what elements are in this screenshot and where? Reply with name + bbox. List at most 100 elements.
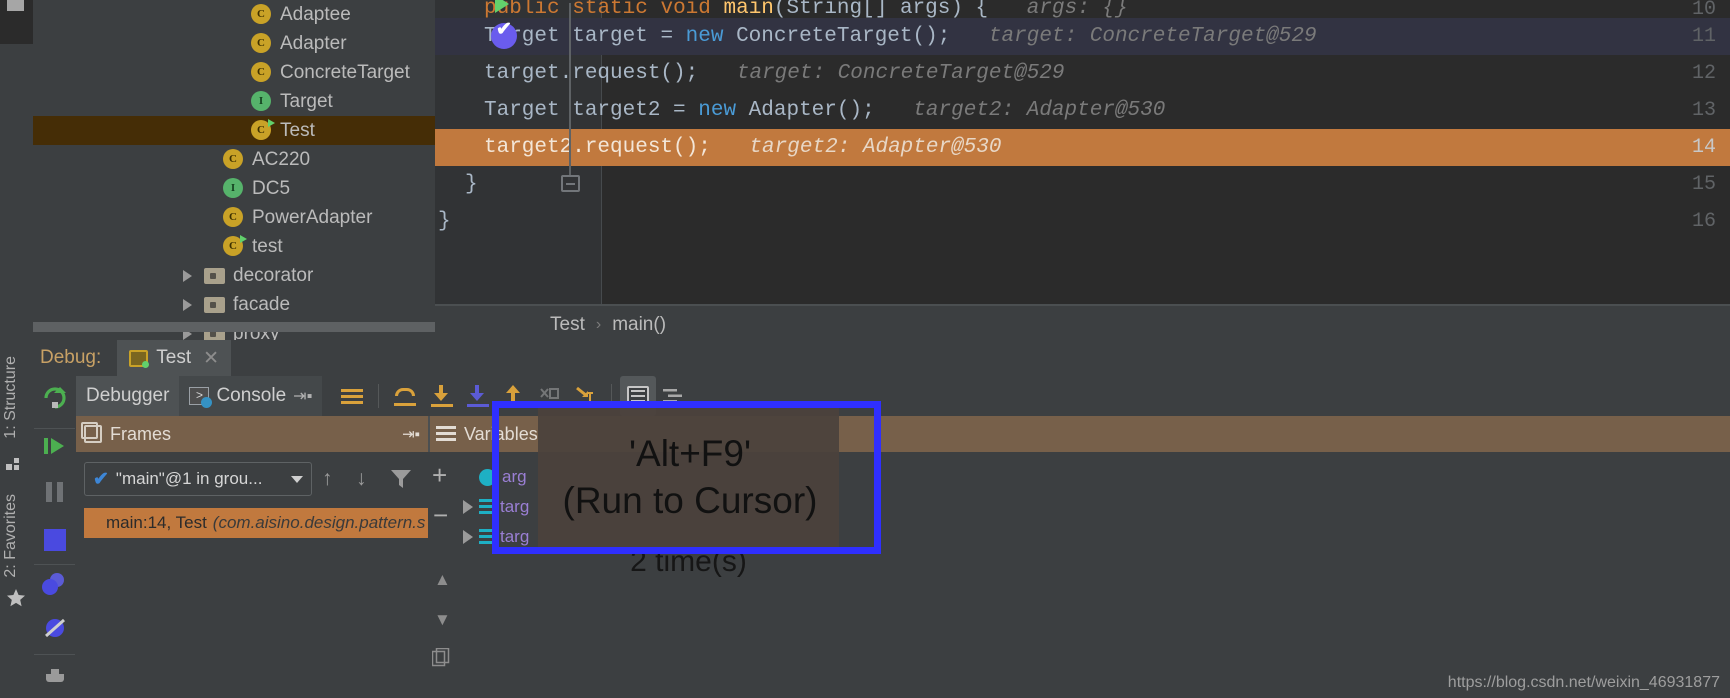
tree-item-test[interactable]: C Test (33, 116, 435, 145)
annotation-highlight-box (492, 401, 881, 554)
chevron-right-icon[interactable] (463, 530, 473, 544)
stack-frame-location: main:14, Test (106, 513, 207, 532)
variables-icon (436, 426, 456, 442)
class-icon: C (251, 32, 273, 55)
rerun-icon[interactable] (41, 384, 67, 415)
project-tree-panel[interactable]: C Adaptee C Adapter C ConcreteTarget I Target C T… (33, 0, 435, 340)
code-line-16[interactable]: } (435, 203, 1730, 240)
debug-session-tab[interactable]: Test ✕ (117, 340, 232, 376)
frames-up-icon[interactable]: ↑ (322, 467, 333, 491)
debug-session-name: Test (156, 347, 192, 368)
tree-item-label: PowerAdapter (252, 206, 373, 228)
code-line-15[interactable]: } (435, 166, 1730, 203)
thread-check-icon: ✔ (93, 468, 109, 490)
left-tool-strip[interactable]: 1: Structure 2: Favorites (0, 344, 33, 698)
tree-item-concretetarget[interactable]: C ConcreteTarget (33, 58, 435, 87)
frames-pin-icon[interactable]: ⇥▪ (402, 425, 420, 443)
debug-header: Debug: Test ✕ (33, 340, 1730, 376)
type-target2: Target (484, 99, 560, 122)
project-tree-scrollbar[interactable] (33, 322, 435, 332)
thread-selector[interactable]: ✔ "main"@1 in grou... (84, 462, 312, 496)
tree-item-test[interactable]: Ctest (33, 232, 435, 261)
code-line-12[interactable]: target.request(); target: ConcreteTarget… (435, 55, 1730, 92)
ctor-concretetarget: ConcreteTarget (723, 25, 913, 48)
tree-item-adaptee[interactable]: C Adaptee (33, 0, 435, 29)
frames-down-icon[interactable]: ↓ (356, 467, 367, 491)
copy-stack-icon[interactable] (431, 647, 451, 672)
frames-panel-header: Frames ⇥▪ (76, 416, 428, 452)
breadcrumb-method[interactable]: main() (612, 314, 666, 336)
tree-item-ac220[interactable]: C AC220 (33, 145, 435, 174)
debugger-toolbar[interactable]: Debugger > Console ⇥▪ (33, 376, 1730, 416)
stop-icon[interactable] (44, 529, 66, 551)
view-breakpoints-icon[interactable] (41, 572, 69, 601)
call-target2-request: target2.request(); (484, 136, 711, 159)
scroll-down-icon[interactable]: ▼ (434, 610, 451, 630)
step-over-icon[interactable] (387, 376, 423, 416)
tree-item-dc5[interactable]: I DC5 (33, 174, 435, 203)
tree-item-target[interactable]: I Target (33, 87, 435, 116)
scroll-up-icon[interactable]: ▲ (434, 570, 451, 590)
filter-icon[interactable] (390, 469, 412, 494)
tree-item-label: AC220 (252, 148, 311, 170)
sidebar-item-favorites[interactable]: 2: Favorites (2, 494, 20, 578)
variables-side-controls[interactable]: + − ▲ ▼ (428, 452, 455, 698)
tab-console-label: Console (216, 385, 287, 406)
fold-minus-icon[interactable] (561, 175, 580, 192)
run-controls-divider (34, 428, 75, 429)
tree-item-poweradapter[interactable]: C PowerAdapter (33, 203, 435, 232)
tree-item-label: Adaptee (280, 3, 351, 25)
tree-item-label: Target (280, 90, 333, 112)
debug-run-controls[interactable] (33, 376, 76, 698)
inline-hint-line11: target: ConcreteTarget@529 (988, 25, 1317, 48)
mute-breakpoints-icon[interactable] (334, 376, 370, 416)
code-line-14[interactable]: target2.request(); target2: Adapter@530 (435, 129, 1730, 166)
pin-tab-icon[interactable]: ⇥▪ (293, 386, 312, 406)
tree-item-label: ConcreteTarget (280, 61, 410, 83)
chevron-right-icon[interactable] (463, 500, 473, 514)
frames-panel[interactable]: ✔ "main"@1 in grou... ↑ ↓ main:14, Test … (76, 452, 428, 698)
mute-breakpoints-toggle-icon[interactable] (42, 616, 68, 645)
sidebar-item-structure[interactable]: 1: Structure (2, 356, 20, 439)
watermark: https://blog.csdn.net/weixin_46931877 (1447, 674, 1720, 691)
tab-console[interactable]: > Console ⇥▪ (179, 376, 323, 416)
fold-region-bar (569, 3, 571, 175)
interface-icon: I (223, 177, 245, 200)
settings-icon[interactable] (42, 664, 68, 691)
kw-void: void (660, 0, 711, 20)
add-watch-button[interactable]: + (432, 460, 447, 491)
runnable-marker-icon (240, 234, 247, 243)
force-step-into-icon[interactable] (459, 376, 495, 416)
tab-debugger[interactable]: Debugger (76, 376, 180, 416)
resume-program-icon[interactable] (43, 434, 67, 463)
code-line-13[interactable]: Target target2 = new Adapter(); target2:… (435, 92, 1730, 129)
class-icon: C (251, 61, 273, 84)
structure-grid-icon[interactable] (6, 456, 22, 477)
breadcrumb[interactable]: Test › main() (435, 306, 1730, 344)
tree-item-facade[interactable]: facade (33, 290, 435, 319)
breadcrumb-separator: › (595, 316, 602, 333)
frames-icon (81, 422, 102, 443)
close-icon[interactable]: ✕ (203, 347, 219, 370)
kw-new-11: new (685, 25, 724, 48)
closing-brace-inner: } (465, 173, 478, 196)
code-editor[interactable]: public static void main(String[] args) {… (435, 0, 1730, 306)
run-gutter-icon[interactable] (495, 0, 509, 13)
code-line-11[interactable]: Target target = new ConcreteTarget(); ta… (435, 18, 1730, 55)
tree-item-label: decorator (233, 264, 314, 286)
step-into-icon[interactable] (423, 376, 459, 416)
line-number-14: 14 (1691, 136, 1716, 159)
chevron-down-icon[interactable] (291, 475, 303, 483)
favorites-star-icon[interactable] (6, 588, 26, 613)
method-name-main: main (723, 0, 774, 20)
remove-watch-button[interactable]: − (433, 500, 448, 531)
chevron-right-icon[interactable] (183, 269, 192, 282)
stack-frame-row[interactable]: main:14, Test (com.aisino.design.pattern… (84, 508, 428, 538)
tree-item-label: facade (233, 293, 291, 315)
tree-item-decorator[interactable]: decorator (33, 261, 435, 290)
run-controls-divider-3 (34, 654, 75, 655)
breadcrumb-class[interactable]: Test (550, 314, 585, 336)
breakpoint-verified-icon[interactable] (491, 18, 517, 49)
tree-item-adapter[interactable]: C Adapter (33, 29, 435, 58)
chevron-right-icon[interactable] (183, 298, 192, 311)
